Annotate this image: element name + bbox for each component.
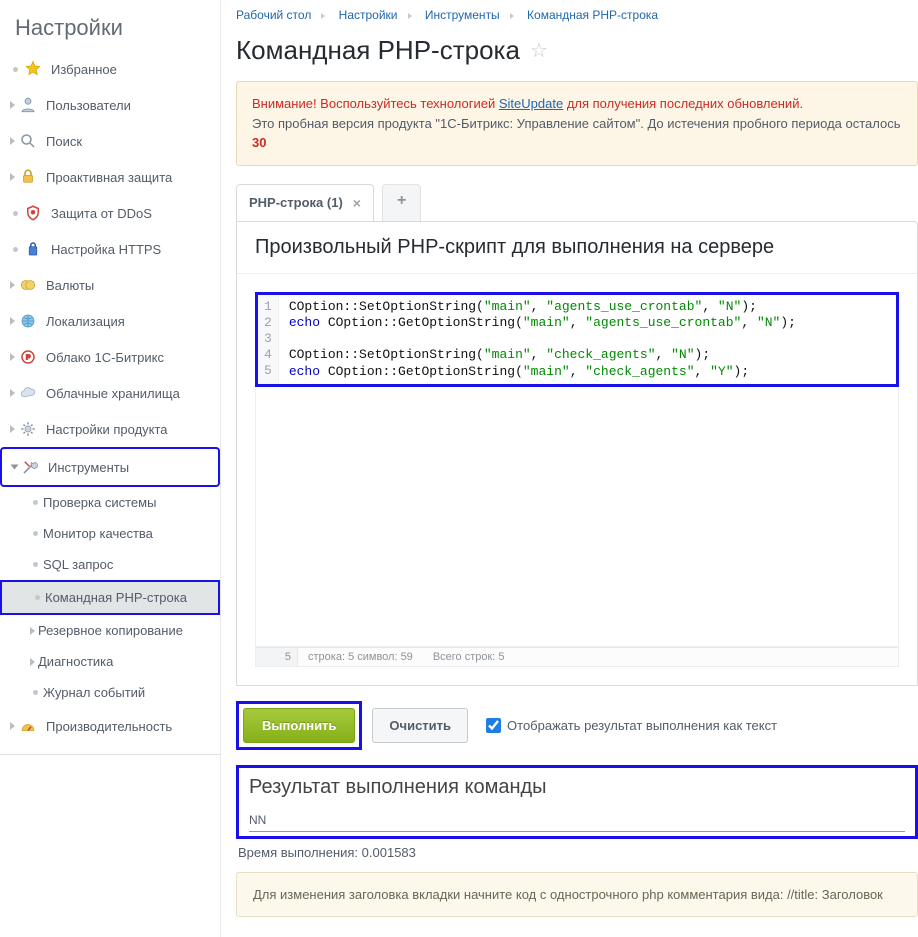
gauge-icon [18,716,38,736]
sidebar-item-cloud-storage[interactable]: Облачные хранилища [0,375,220,411]
editor-empty-area[interactable] [255,387,899,647]
globe-icon [18,311,38,331]
shield-icon [23,203,43,223]
editor-code[interactable]: COption::SetOptionString("main", "agents… [279,295,896,384]
breadcrumb-link[interactable]: Настройки [339,8,398,22]
sidebar-item-proactive[interactable]: Проактивная защита [0,159,220,195]
clear-button[interactable]: Очистить [372,708,468,743]
sidebar-item-https[interactable]: Настройка HTTPS [0,231,220,267]
sidebar-item-label: Диагностика [38,654,113,669]
sidebar-item-label: Журнал событий [43,685,145,700]
gear-icon [18,419,38,439]
sidebar-item-label: Настройки продукта [46,422,168,437]
sidebar-sub-quality[interactable]: Монитор качества [0,518,220,549]
hint-banner: Для изменения заголовка вкладки начните … [236,872,918,917]
sidebar-menu: Избранное Пользователи Поиск Проактивная… [0,51,220,744]
editor-statusbar: 5 строка: 5 символ: 59 Всего строк: 5 [255,647,899,667]
search-icon [18,131,38,151]
sidebar-sub-sql[interactable]: SQL запрос [0,549,220,580]
sidebar-sub-eventlog[interactable]: Журнал событий [0,677,220,708]
alert-banner: Внимание! Воспользуйтесь технологией Sit… [236,81,918,166]
sidebar-sub-backup[interactable]: Резервное копирование [0,615,220,646]
status-position: строка: 5 символ: 59 [298,648,423,666]
sidebar: Настройки Избранное Пользователи Поиск П… [0,0,220,937]
panel-title: Произвольный PHP-скрипт для выполнения н… [237,222,917,274]
sidebar-item-currencies[interactable]: Валюты [0,267,220,303]
cloud-icon [18,383,38,403]
sidebar-item-label: Проактивная защита [46,170,172,185]
editor-panel: Произвольный PHP-скрипт для выполнения н… [236,221,918,686]
sidebar-item-product-settings[interactable]: Настройки продукта [0,411,220,447]
tools-icon [20,457,40,477]
execute-button[interactable]: Выполнить [243,708,355,743]
tab-label: PHP-строка (1) [249,195,343,210]
page-title: Командная PHP-строка [236,35,520,66]
sidebar-item-label: Валюты [46,278,94,293]
close-icon[interactable]: × [353,195,361,211]
sidebar-item-label: Облачные хранилища [46,386,180,401]
status-line-num: 5 [256,648,298,666]
breadcrumb-link[interactable]: Инструменты [425,8,500,22]
as-text-checkbox[interactable] [486,718,501,733]
sidebar-sub-phpcmd[interactable]: Командная PHP-строка [0,580,220,615]
sidebar-item-label: Резервное копирование [38,623,183,638]
users-icon [18,95,38,115]
alert-days: 30 [252,135,266,150]
result-title: Результат выполнения команды [249,776,905,799]
tab-add-button[interactable]: + [382,184,421,221]
lock-icon [18,167,38,187]
breadcrumb-link[interactable]: Командная PHP-строка [527,8,658,22]
sidebar-item-label: Избранное [51,62,117,77]
tab-php-string[interactable]: PHP-строка (1) × [236,184,374,221]
sidebar-item-label: Производительность [46,719,172,734]
alert-link[interactable]: SiteUpdate [499,96,563,111]
sidebar-item-label: Настройка HTTPS [51,242,161,257]
sidebar-item-label: Пользователи [46,98,131,113]
sidebar-item-label: Монитор качества [43,526,153,541]
sidebar-item-search[interactable]: Поиск [0,123,220,159]
action-row: Выполнить Очистить Отображать результат … [236,686,918,765]
result-body: NN [249,799,905,832]
result-block: Результат выполнения команды NN [236,765,918,839]
sidebar-item-label: Поиск [46,134,82,149]
cloud-bitrix-icon [18,347,38,367]
tabs: PHP-строка (1) × + [236,184,918,221]
sidebar-sub-syscheck[interactable]: Проверка системы [0,487,220,518]
exec-time: Время выполнения: 0.001583 [236,839,918,872]
as-text-checkbox-wrap[interactable]: Отображать результат выполнения как текс… [486,718,777,733]
currency-icon [18,275,38,295]
sidebar-item-performance[interactable]: Производительность [0,708,220,744]
sidebar-item-users[interactable]: Пользователи [0,87,220,123]
as-text-label: Отображать результат выполнения как текс… [507,718,777,733]
breadcrumb-link[interactable]: Рабочий стол [236,8,311,22]
sidebar-item-label: Инструменты [48,460,129,475]
editor-gutter: 1 2 3 4 5 [258,295,279,384]
sidebar-item-label: SQL запрос [43,557,113,572]
status-total-lines: Всего строк: 5 [423,648,515,666]
breadcrumb: Рабочий стол Настройки Инструменты Коман… [236,0,918,30]
sidebar-divider [0,754,220,755]
star-icon [23,59,43,79]
alert-text: Это пробная версия продукта "1С-Битрикс:… [252,116,901,131]
sidebar-sub-diagnostic[interactable]: Диагностика [0,646,220,677]
sidebar-item-favorites[interactable]: Избранное [0,51,220,87]
favorite-star-icon[interactable]: ☆ [530,38,548,63]
main-content: Рабочий стол Настройки Инструменты Коман… [220,0,918,937]
sidebar-item-ddos[interactable]: Защита от DDoS [0,195,220,231]
sidebar-item-label: Локализация [46,314,125,329]
sidebar-item-cloud-bitrix[interactable]: Облако 1С-Битрикс [0,339,220,375]
https-icon [23,239,43,259]
alert-text: для получения последних обновлений. [563,96,803,111]
sidebar-item-tools[interactable]: Инструменты [0,447,220,487]
code-editor[interactable]: 1 2 3 4 5 COption::SetOptionString("main… [255,292,899,387]
sidebar-item-label: Защита от DDoS [51,206,152,221]
sidebar-item-label: Облако 1С-Битрикс [46,350,164,365]
sidebar-item-localization[interactable]: Локализация [0,303,220,339]
sidebar-item-label: Проверка системы [43,495,156,510]
sidebar-title: Настройки [0,5,220,51]
sidebar-item-label: Командная PHP-строка [45,590,187,605]
alert-text: Внимание! Воспользуйтесь технологией [252,96,499,111]
